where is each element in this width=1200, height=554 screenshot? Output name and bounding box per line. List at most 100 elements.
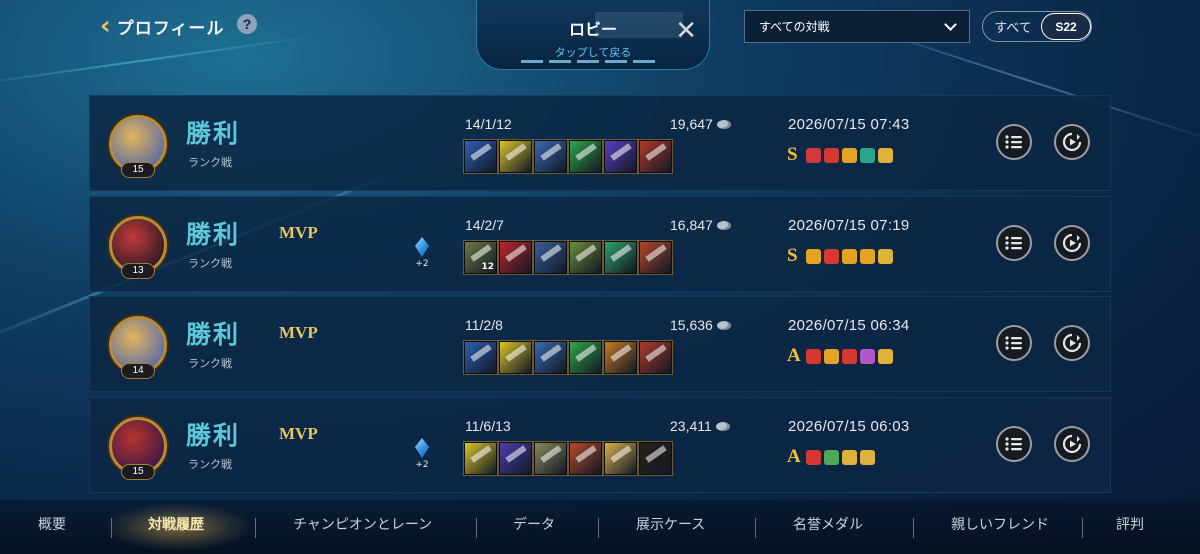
item-icon [568, 240, 603, 275]
medal-icon [878, 248, 893, 264]
item-icon [533, 240, 568, 275]
match-mode: ランク戦 [188, 458, 232, 471]
chevron-left-icon: ‹ [100, 11, 111, 41]
champion-level: 15 [121, 464, 155, 480]
gold-value: 16,847 [670, 217, 713, 233]
item-build [463, 340, 673, 375]
item-icon [498, 240, 533, 275]
tab-data[interactable]: データ [513, 514, 555, 534]
replay-button[interactable] [1054, 426, 1090, 462]
item-icon [463, 340, 498, 375]
lobby-subtitle: タップして戻る [554, 46, 632, 59]
match-row[interactable]: 15 勝利 ランク戦 MVP +2 11/6/13 23,411 2026/07/15 06:… [89, 397, 1111, 493]
season-toggle[interactable]: すべて S22 [982, 11, 1092, 42]
item-icon [498, 340, 533, 375]
replay-icon [1062, 233, 1082, 253]
nav-divider [598, 518, 599, 538]
tab-reputation[interactable]: 評判 [1116, 514, 1144, 534]
match-details-button[interactable] [996, 426, 1032, 462]
medal-icon [878, 348, 893, 364]
rank-crystal-icon: +2 [413, 237, 431, 273]
tab-honor-medals[interactable]: 名誉メダル [793, 514, 863, 534]
match-result: 勝利 [186, 320, 241, 349]
champion-level: 13 [121, 263, 155, 279]
match-result: 勝利 [186, 220, 241, 249]
match-row[interactable]: 14 勝利 ランク戦 MVP 11/2/8 15,636 2026/07/15 06:34 A [89, 296, 1111, 392]
tab-match-history[interactable]: 対戦履歴 [148, 514, 204, 534]
match-mode: ランク戦 [188, 156, 232, 169]
champion-level: 15 [121, 162, 155, 178]
item-icon [603, 441, 638, 476]
item-icon [498, 441, 533, 476]
medal-icon [806, 147, 821, 163]
list-icon [1005, 437, 1022, 451]
medal-icon [860, 147, 875, 163]
medal-icon [824, 449, 839, 465]
item-icon [533, 139, 568, 174]
item-icon [533, 441, 568, 476]
tab-overview[interactable]: 概要 [38, 514, 66, 534]
gold-value: 19,647 [670, 116, 713, 132]
match-row[interactable]: 13 勝利 ランク戦 MVP +2 14/2/7 16,847 12 2026/07/15 07… [89, 196, 1111, 292]
tab-showcase[interactable]: 展示ケース [636, 514, 705, 534]
season-current-option[interactable]: S22 [1041, 13, 1091, 40]
match-details-button[interactable] [996, 225, 1032, 261]
item-icon: 12 [463, 240, 498, 275]
medal-list: S [787, 144, 893, 166]
grade-badge: S [787, 144, 798, 165]
medal-list: A [787, 345, 893, 367]
season-all-option[interactable]: すべて [989, 17, 1037, 36]
match-mode: ランク戦 [188, 257, 232, 270]
list-icon [1005, 236, 1022, 250]
list-icon [1005, 135, 1022, 149]
medal-icon [878, 147, 893, 163]
crystal-bonus: +2 [415, 460, 429, 470]
item-stack-count: 12 [481, 262, 494, 272]
match-result: 勝利 [186, 119, 241, 148]
nav-divider [1082, 518, 1083, 538]
match-details-button[interactable] [996, 124, 1032, 160]
medal-icon [806, 248, 821, 264]
nav-divider [476, 518, 477, 538]
item-icon [638, 240, 673, 275]
help-icon[interactable]: ? [237, 14, 257, 34]
replay-button[interactable] [1054, 225, 1090, 261]
replay-button[interactable] [1054, 325, 1090, 361]
medal-icon [842, 248, 857, 264]
gold-earned: 19,647 [670, 116, 731, 132]
medal-icon [806, 449, 821, 465]
match-date: 2026/07/15 06:03 [788, 418, 910, 435]
match-date: 2026/07/15 07:19 [788, 217, 910, 234]
rank-crystal-icon: +2 [413, 438, 431, 474]
medal-icon [824, 348, 839, 364]
champion-level: 14 [121, 363, 155, 379]
replay-button[interactable] [1054, 124, 1090, 160]
match-type-selected: すべての対戦 [759, 20, 830, 34]
close-icon[interactable]: ✕ [675, 18, 697, 44]
nav-divider [755, 518, 756, 538]
back-button[interactable]: ‹ プロフィール [100, 12, 224, 40]
coin-icon [715, 421, 730, 431]
lobby-return-panel[interactable]: ロビー タップして戻る ✕ [476, 0, 710, 70]
match-mode: ランク戦 [188, 357, 232, 370]
medal-list: S [787, 245, 893, 267]
item-build [463, 139, 673, 174]
kda-stat: 14/1/12 [465, 116, 512, 132]
tab-champions-lanes[interactable]: チャンピオンとレーン [293, 514, 432, 534]
nav-divider [255, 518, 256, 538]
match-date: 2026/07/15 06:34 [788, 317, 910, 334]
item-icon [463, 441, 498, 476]
grade-badge: S [787, 245, 798, 266]
medal-list: A [787, 446, 875, 468]
gold-earned: 16,847 [670, 217, 731, 233]
match-row[interactable]: 15 勝利 ランク戦 14/1/12 19,647 2026/07/15 07:43 S [89, 95, 1111, 191]
mvp-badge: MVP [279, 424, 318, 443]
medal-icon [842, 348, 857, 364]
match-details-button[interactable] [996, 325, 1032, 361]
tab-close-friends[interactable]: 親しいフレンド [951, 514, 1049, 534]
item-icon [638, 340, 673, 375]
match-type-dropdown[interactable]: すべての対戦 [744, 10, 970, 43]
item-icon [568, 441, 603, 476]
medal-icon [824, 248, 839, 264]
item-icon [638, 441, 673, 476]
